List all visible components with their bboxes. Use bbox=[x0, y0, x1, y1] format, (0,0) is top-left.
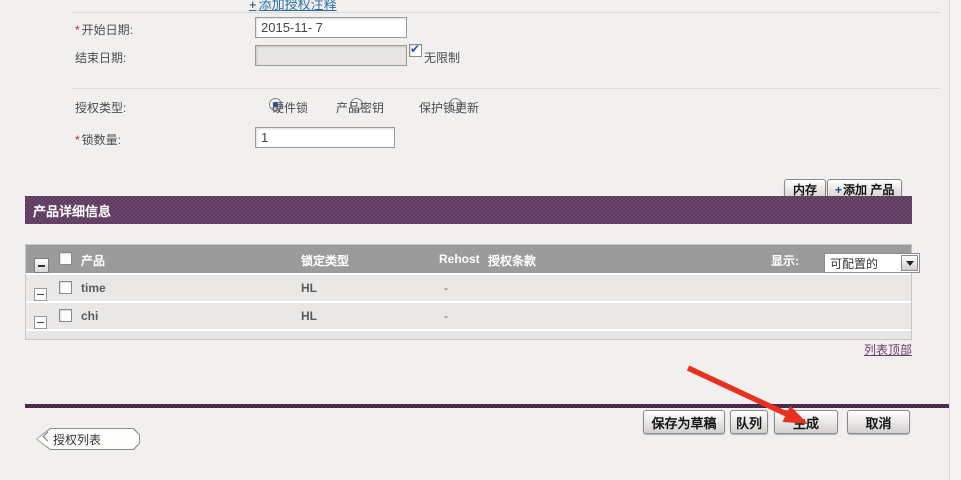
product-details-title: 产品详细信息 bbox=[33, 201, 111, 220]
product-table: 产品 锁定类型 Rehost 授权条款 显示: 可配置的 time HL - c… bbox=[25, 244, 912, 340]
generate-button[interactable]: 生成 bbox=[774, 410, 838, 434]
top-of-list-link[interactable]: 列表顶部 bbox=[864, 343, 912, 357]
row-expand-toggle[interactable] bbox=[34, 316, 47, 329]
table-header-row: 产品 锁定类型 Rehost 授权条款 显示: 可配置的 bbox=[26, 245, 911, 273]
back-button-label: 授权列表 bbox=[53, 431, 101, 448]
plus-icon: + bbox=[249, 0, 257, 12]
table-row: time HL - bbox=[26, 275, 911, 301]
back-to-license-list-button[interactable]: 授权列表 bbox=[36, 428, 140, 450]
plus-icon: + bbox=[835, 183, 842, 197]
footer-divider bbox=[25, 404, 949, 408]
table-row: chi HL - bbox=[26, 303, 911, 329]
license-config-page: { "page": { "bg": "#f1f0ef", "accent_pur… bbox=[0, 0, 961, 480]
lock-qty-input[interactable] bbox=[255, 127, 395, 148]
row-expand-toggle[interactable] bbox=[34, 288, 47, 301]
radio-hardware-lock-label[interactable]: 硬件锁 bbox=[272, 99, 308, 116]
cell-rehost: - bbox=[444, 281, 448, 295]
column-rehost: Rehost bbox=[439, 252, 480, 266]
row-checkbox[interactable] bbox=[59, 281, 72, 294]
required-asterisk: * bbox=[75, 23, 80, 37]
column-product: 产品 bbox=[81, 252, 105, 269]
lock-qty-label: *锁数量: bbox=[75, 131, 121, 148]
table-footer-strip bbox=[26, 331, 911, 339]
radio-product-key-label[interactable]: 产品密钥 bbox=[336, 99, 384, 116]
end-date-label: 结束日期: bbox=[75, 49, 126, 66]
divider bbox=[72, 88, 940, 89]
cell-lock-type: HL bbox=[301, 281, 317, 295]
save-draft-button[interactable]: 保存为草稿 bbox=[643, 410, 725, 434]
cancel-button[interactable]: 取消 bbox=[847, 410, 910, 434]
page-edge-strip bbox=[949, 0, 961, 480]
start-date-label: *开始日期: bbox=[75, 21, 133, 38]
auth-type-label: 授权类型: bbox=[75, 99, 126, 116]
product-details-header: 产品详细信息 bbox=[25, 196, 912, 224]
queue-button[interactable]: 队列 bbox=[730, 410, 768, 434]
radio-lock-update-label[interactable]: 保护锁更新 bbox=[419, 99, 479, 116]
select-all-checkbox[interactable] bbox=[59, 252, 72, 265]
column-license-terms: 授权条款 bbox=[488, 252, 536, 269]
show-filter-value: 可配置的 bbox=[830, 255, 878, 272]
cell-lock-type: HL bbox=[301, 309, 317, 323]
unlimited-checkbox[interactable] bbox=[409, 44, 422, 57]
cell-product: time bbox=[81, 281, 106, 295]
chevron-down-icon[interactable] bbox=[901, 255, 918, 271]
divider bbox=[72, 12, 940, 13]
start-date-input[interactable] bbox=[255, 17, 407, 38]
required-asterisk: * bbox=[75, 133, 80, 147]
row-checkbox[interactable] bbox=[59, 309, 72, 322]
end-date-input bbox=[255, 45, 407, 66]
collapse-all-toggle[interactable] bbox=[34, 258, 49, 273]
unlimited-label: 无限制 bbox=[424, 49, 460, 66]
show-filter-select[interactable]: 可配置的 bbox=[824, 253, 920, 273]
top-of-list-container: 列表顶部 bbox=[25, 341, 912, 358]
cell-rehost: - bbox=[444, 309, 448, 323]
add-license-note-label: 添加授权注释 bbox=[259, 0, 337, 12]
cell-product: chi bbox=[81, 309, 98, 323]
show-filter-label: 显示: bbox=[771, 252, 799, 269]
column-lock-type: 锁定类型 bbox=[301, 252, 349, 269]
